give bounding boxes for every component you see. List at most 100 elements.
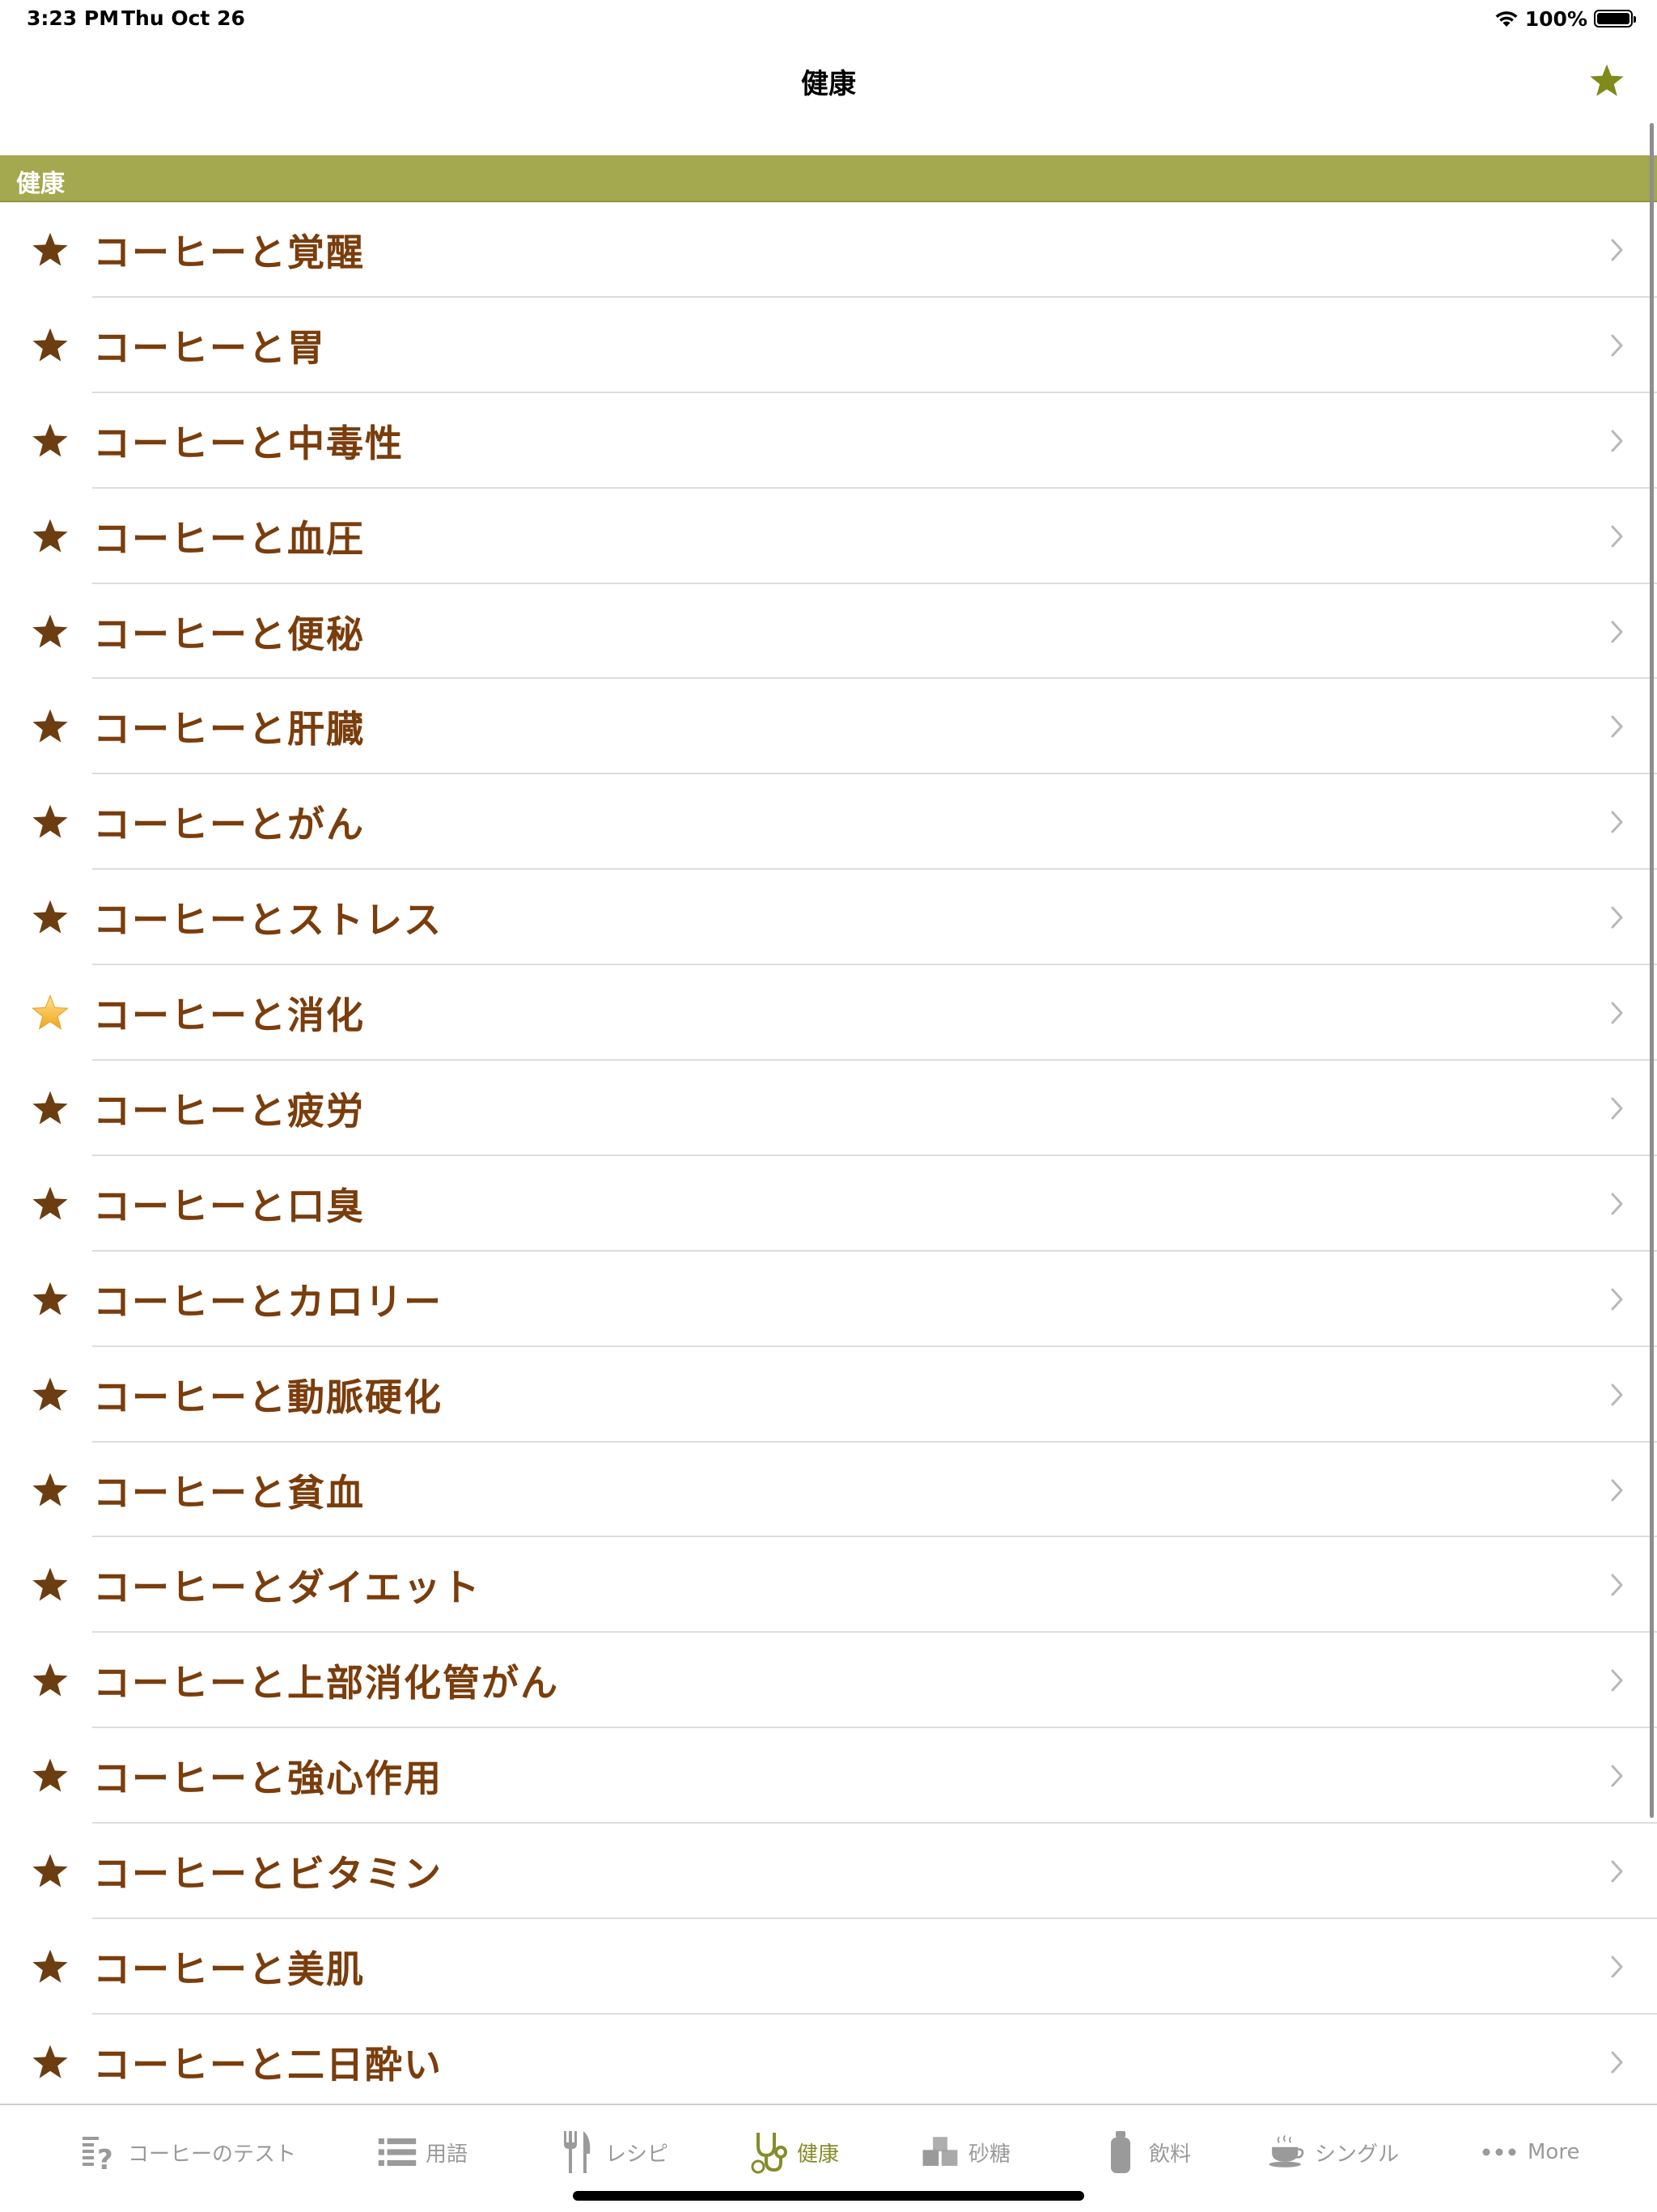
battery-icon — [1594, 10, 1636, 28]
tab-label: シングル — [1315, 2142, 1400, 2167]
tab-label: 健康 — [797, 2142, 840, 2167]
status-bar: 3:23 PM Thu Oct 26 100% — [0, 0, 1657, 39]
chevron-right-icon — [1611, 1669, 1623, 1692]
star-brown-icon — [32, 900, 68, 934]
chevron-right-icon — [1611, 430, 1623, 452]
list-item[interactable]: コーヒーとカロリー — [0, 1252, 1657, 1347]
list-item[interactable]: コーヒーとがん — [0, 774, 1657, 871]
list-item[interactable]: コーヒーと動脈硬化 — [0, 1347, 1657, 1443]
svg-text:?: ? — [97, 2144, 113, 2172]
star-brown-icon — [32, 328, 68, 362]
star-brown-icon — [32, 804, 68, 838]
list-item[interactable]: コーヒーとストレス — [0, 870, 1657, 966]
list-item[interactable]: コーヒーと便秘 — [0, 584, 1657, 680]
chevron-right-icon — [1611, 2051, 1623, 2074]
list-item-label: コーヒーと中毒性 — [93, 421, 404, 465]
list-item[interactable]: コーヒーと口臭 — [0, 1156, 1657, 1252]
list-item-label: コーヒーと消化 — [93, 994, 365, 1038]
sugar-cubes-icon — [920, 2132, 960, 2172]
tab-label: 用語 — [426, 2142, 468, 2167]
fork-knife-icon — [557, 2131, 597, 2173]
list-item[interactable]: コーヒーと肝臓 — [0, 679, 1657, 775]
tab-sugar-cubes[interactable]: 砂糖 — [920, 2129, 1011, 2175]
tab-label: 砂糖 — [968, 2142, 1011, 2167]
health-topics-list: コーヒーと覚醒 コーヒーと胃 コーヒーと中毒性 コーヒーと血圧 コーヒーと便秘 … — [0, 202, 1657, 2110]
list-item[interactable]: コーヒーとダイエット — [0, 1537, 1657, 1634]
star-brown-icon — [32, 2045, 68, 2079]
chevron-right-icon — [1611, 1479, 1623, 1502]
star-brown-icon — [32, 423, 68, 457]
star-icon — [1590, 64, 1624, 96]
favorites-button[interactable] — [1584, 58, 1629, 104]
star-gold-icon — [32, 994, 69, 1030]
list-item-label: コーヒーと便秘 — [93, 612, 365, 656]
coffee-cup-icon — [1266, 2132, 1307, 2172]
list-item-label: コーヒーと胃 — [93, 325, 326, 370]
list-item[interactable]: コーヒーと覚醒 — [0, 202, 1657, 298]
section-header: 健康 — [0, 155, 1657, 202]
stethoscope-icon — [748, 2132, 789, 2174]
chevron-right-icon — [1611, 1097, 1623, 1120]
tab-stethoscope[interactable]: 健康 — [748, 2129, 839, 2175]
list-item-label: コーヒーと強心作用 — [93, 1756, 443, 1801]
list-item[interactable]: コーヒーと消化 — [0, 965, 1657, 1061]
list-item-label: コーヒーと疲労 — [93, 1088, 365, 1133]
list-item-label: コーヒーと貧血 — [93, 1470, 365, 1515]
star-brown-icon — [32, 1473, 68, 1506]
list-item-label: コーヒーとダイエット — [93, 1566, 481, 1610]
star-brown-icon — [32, 519, 68, 553]
list-item-label: コーヒーと肝臓 — [93, 707, 365, 752]
scroll-indicator[interactable] — [1650, 123, 1654, 1818]
tab-bottle[interactable]: 飲料 — [1100, 2129, 1191, 2175]
wifi-icon — [1494, 10, 1519, 28]
star-brown-icon — [32, 1663, 68, 1697]
star-brown-icon — [32, 1377, 68, 1411]
home-indicator[interactable] — [573, 2191, 1084, 2201]
list-item-label: コーヒーとストレス — [93, 898, 443, 943]
list-item[interactable]: コーヒーとビタミン — [0, 1824, 1657, 1919]
tab-fork-knife[interactable]: レシピ — [557, 2129, 668, 2175]
chevron-right-icon — [1611, 715, 1623, 738]
list-item-label: コーヒーとカロリー — [93, 1279, 443, 1324]
list-item[interactable]: コーヒーと美肌 — [0, 1919, 1657, 2015]
list-item[interactable]: コーヒーと血圧 — [0, 489, 1657, 584]
list-item[interactable]: コーヒーと中毒性 — [0, 393, 1657, 489]
chevron-right-icon — [1611, 1765, 1623, 1787]
list-item[interactable]: コーヒーと上部消化管がん — [0, 1633, 1657, 1729]
star-brown-icon — [32, 1758, 68, 1792]
quiz-list-icon: ? — [79, 2132, 120, 2172]
list-icon — [377, 2132, 417, 2172]
list-item[interactable]: コーヒーと胃 — [0, 298, 1657, 393]
chevron-right-icon — [1611, 906, 1623, 929]
status-time: 3:23 PM — [27, 6, 120, 30]
chevron-right-icon — [1611, 1574, 1623, 1596]
chevron-right-icon — [1611, 525, 1623, 548]
list-item-label: コーヒーと上部消化管がん — [93, 1661, 559, 1706]
list-item-label: コーヒーと二日酔い — [93, 2042, 443, 2087]
tab-more-dots[interactable]: More — [1479, 2129, 1579, 2175]
tab-label: コーヒーのテスト — [128, 2142, 297, 2167]
chevron-right-icon — [1611, 334, 1623, 357]
tab-quiz-list[interactable]: ? コーヒーのテスト — [79, 2129, 296, 2175]
star-brown-icon — [32, 1186, 68, 1220]
chevron-right-icon — [1611, 811, 1623, 833]
status-indicators: 100% — [1494, 6, 1636, 31]
list-item-label: コーヒーとビタミン — [93, 1852, 443, 1896]
chevron-right-icon — [1611, 1860, 1623, 1883]
chevron-right-icon — [1611, 1384, 1623, 1406]
chevron-right-icon — [1611, 1002, 1623, 1024]
list-item[interactable]: コーヒーと強心作用 — [0, 1728, 1657, 1824]
list-item[interactable]: コーヒーと疲労 — [0, 1061, 1657, 1156]
star-brown-icon — [32, 1568, 68, 1602]
tab-list[interactable]: 用語 — [377, 2129, 468, 2175]
battery-percent: 100% — [1524, 6, 1587, 31]
list-item[interactable]: コーヒーと貧血 — [0, 1443, 1657, 1538]
tab-coffee-cup[interactable]: シングル — [1266, 2129, 1399, 2175]
star-brown-icon — [32, 1091, 68, 1125]
list-item-label: コーヒーと動脈硬化 — [93, 1375, 443, 1419]
chevron-right-icon — [1611, 1193, 1623, 1215]
star-brown-icon — [32, 232, 68, 266]
list-item-label: コーヒーと美肌 — [93, 1947, 365, 1991]
list-item[interactable]: コーヒーと二日酔い — [0, 2015, 1657, 2110]
tab-label: レシピ — [605, 2142, 669, 2167]
